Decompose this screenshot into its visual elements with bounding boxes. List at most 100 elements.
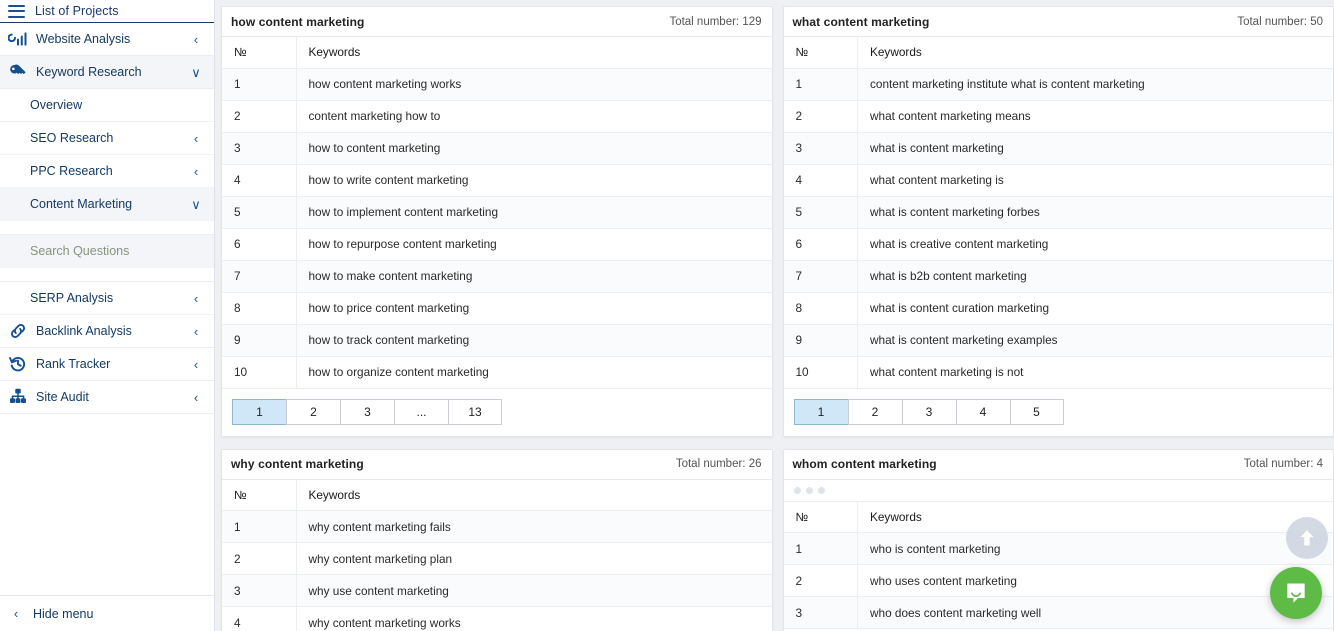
chevron-down-icon[interactable]: ∨ <box>190 198 202 211</box>
table-row[interactable]: 2 what content marketing means <box>783 100 1333 133</box>
table-row[interactable]: 2 content marketing how to <box>222 100 772 133</box>
table-row[interactable]: 1 who is content marketing <box>783 532 1333 565</box>
row-keyword[interactable]: how to implement content marketing <box>296 196 772 229</box>
row-keyword[interactable]: how to track content marketing <box>296 324 772 357</box>
sidebar-item-search-questions[interactable]: Search Questions <box>0 235 214 268</box>
row-keyword[interactable]: what is content curation marketing <box>857 292 1333 325</box>
pagination-page-2[interactable]: 2 <box>286 398 340 425</box>
column-header-keywords[interactable]: Keywords <box>296 37 772 69</box>
table-row[interactable]: 6 what is creative content marketing <box>783 228 1333 261</box>
sidebar-item-keyword-research[interactable]: Keyword Research ∨ <box>0 56 214 89</box>
table-row[interactable]: 1 why content marketing fails <box>222 510 772 543</box>
pagination-page-1[interactable]: 1 <box>793 398 848 425</box>
pagination-page-13[interactable]: 13 <box>448 398 502 425</box>
chevron-left-icon[interactable]: ‹ <box>190 165 202 178</box>
row-number: 1 <box>783 532 858 565</box>
sidebar-item-rank-tracker[interactable]: Rank Tracker ‹ <box>0 348 214 381</box>
hamburger-icon[interactable] <box>8 4 25 18</box>
row-keyword[interactable]: who is content marketing <box>857 532 1333 565</box>
sidebar-item-content-marketing[interactable]: Content Marketing ∨ <box>0 188 214 221</box>
row-keyword[interactable]: how to repurpose content marketing <box>296 228 772 261</box>
sidebar-item-backlink-analysis[interactable]: Backlink Analysis ‹ <box>0 315 214 348</box>
column-header-keywords[interactable]: Keywords <box>296 479 772 511</box>
row-keyword[interactable]: what content marketing means <box>857 100 1333 133</box>
table-row[interactable]: 5 how to implement content marketing <box>222 196 772 229</box>
pagination-page-2[interactable]: 2 <box>847 398 902 425</box>
table-row[interactable]: 9 what is content marketing examples <box>783 324 1333 357</box>
sidebar-item-website-analysis[interactable]: Website Analysis ‹ <box>0 23 214 56</box>
table-row[interactable]: 6 how to repurpose content marketing <box>222 228 772 261</box>
row-number: 4 <box>783 164 858 197</box>
chevron-left-icon[interactable]: ‹ <box>190 33 202 46</box>
table-row[interactable]: 2 why content marketing plan <box>222 542 772 575</box>
sidebar-header[interactable]: List of Projects <box>0 0 214 23</box>
table-row[interactable]: 1 how content marketing works <box>222 68 772 101</box>
chevron-left-icon[interactable]: ‹ <box>190 292 202 305</box>
row-keyword[interactable]: content marketing institute what is cont… <box>857 68 1333 101</box>
chevron-left-icon[interactable]: ‹ <box>190 391 202 404</box>
sidebar-item-serp-analysis[interactable]: SERP Analysis ‹ <box>0 282 214 315</box>
table-row[interactable]: 7 what is b2b content marketing <box>783 260 1333 293</box>
chevron-left-icon[interactable]: ‹ <box>190 325 202 338</box>
pagination-page-3[interactable]: 3 <box>340 398 394 425</box>
row-keyword[interactable]: why content marketing fails <box>296 510 772 543</box>
row-keyword[interactable]: what content marketing is not <box>857 356 1333 389</box>
row-keyword[interactable]: what content marketing is <box>857 164 1333 197</box>
row-keyword[interactable]: who does content marketing well <box>857 596 1333 629</box>
table-row[interactable]: 4 why content marketing works <box>222 606 772 631</box>
row-keyword[interactable]: how to content marketing <box>296 132 772 165</box>
row-keyword[interactable]: what is content marketing examples <box>857 324 1333 357</box>
column-header-number[interactable]: № <box>783 37 858 69</box>
table-row[interactable]: 3 what is content marketing <box>783 132 1333 165</box>
table-row[interactable]: 3 how to content marketing <box>222 132 772 165</box>
column-header-number[interactable]: № <box>783 501 858 533</box>
chevron-left-icon[interactable]: ‹ <box>190 132 202 145</box>
chat-launcher-button[interactable] <box>1270 567 1322 619</box>
column-header-number[interactable]: № <box>222 37 297 69</box>
sidebar-item-seo-research[interactable]: SEO Research ‹ <box>0 122 214 155</box>
sidebar-item-ppc-research[interactable]: PPC Research ‹ <box>0 155 214 188</box>
table-row[interactable]: 8 how to price content marketing <box>222 292 772 325</box>
row-keyword[interactable]: what is b2b content marketing <box>857 260 1333 293</box>
pagination-page-3[interactable]: 3 <box>901 398 956 425</box>
row-number: 5 <box>222 196 297 229</box>
chevron-down-icon[interactable]: ∨ <box>190 66 202 79</box>
column-header-number[interactable]: № <box>222 479 297 511</box>
chevron-left-icon[interactable]: ‹ <box>190 358 202 371</box>
row-keyword[interactable]: what is content marketing forbes <box>857 196 1333 229</box>
table-row[interactable]: 5 what is content marketing forbes <box>783 196 1333 229</box>
row-keyword[interactable]: content marketing how to <box>296 100 772 133</box>
row-keyword[interactable]: how to make content marketing <box>296 260 772 293</box>
table-row[interactable]: 8 what is content curation marketing <box>783 292 1333 325</box>
row-keyword[interactable]: what is creative content marketing <box>857 228 1333 261</box>
table-row[interactable]: 4 what content marketing is <box>783 164 1333 197</box>
table-row[interactable]: 2 who uses content marketing <box>783 564 1333 597</box>
pagination-page-5[interactable]: 5 <box>1009 398 1064 425</box>
table-row[interactable]: 3 why use content marketing <box>222 574 772 607</box>
row-keyword[interactable]: why content marketing works <box>296 606 772 631</box>
table-row[interactable]: 4 how to write content marketing <box>222 164 772 197</box>
table-row[interactable]: 7 how to make content marketing <box>222 260 772 293</box>
pagination-page-1[interactable]: 1 <box>232 398 286 425</box>
table-row[interactable]: 10 how to organize content marketing <box>222 356 772 389</box>
row-keyword[interactable]: who uses content marketing <box>857 564 1333 597</box>
table-row[interactable]: 1 content marketing institute what is con… <box>783 68 1333 101</box>
sidebar-item-overview[interactable]: Overview <box>0 89 214 122</box>
row-keyword[interactable]: what is content marketing <box>857 132 1333 165</box>
row-keyword[interactable]: why use content marketing <box>296 574 772 607</box>
scroll-to-top-button[interactable] <box>1286 517 1328 559</box>
table-row[interactable]: 3 who does content marketing well <box>783 596 1333 629</box>
row-keyword[interactable]: why content marketing plan <box>296 542 772 575</box>
pagination-page-4[interactable]: 4 <box>955 398 1010 425</box>
pagination-page-ellipsis[interactable]: ... <box>394 398 448 425</box>
table-row[interactable]: 10 what content marketing is not <box>783 356 1333 389</box>
row-keyword[interactable]: how to write content marketing <box>296 164 772 197</box>
column-header-keywords[interactable]: Keywords <box>857 501 1333 533</box>
row-keyword[interactable]: how content marketing works <box>296 68 772 101</box>
sidebar-item-site-audit[interactable]: Site Audit ‹ <box>0 381 214 414</box>
hide-menu-button[interactable]: ‹ Hide menu <box>0 595 214 631</box>
row-keyword[interactable]: how to organize content marketing <box>296 356 772 389</box>
row-keyword[interactable]: how to price content marketing <box>296 292 772 325</box>
column-header-keywords[interactable]: Keywords <box>857 37 1333 69</box>
table-row[interactable]: 9 how to track content marketing <box>222 324 772 357</box>
